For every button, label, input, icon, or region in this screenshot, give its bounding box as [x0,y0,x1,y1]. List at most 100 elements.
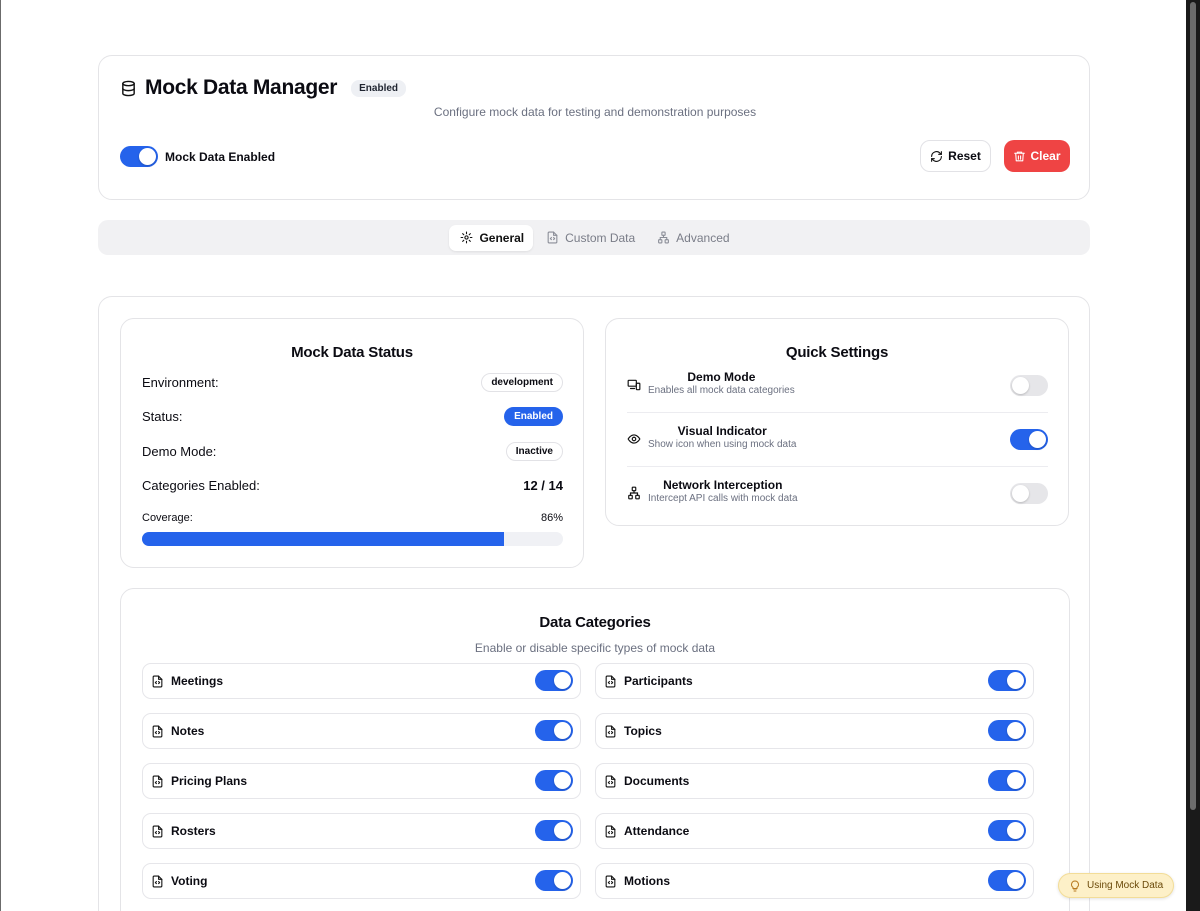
quick-setting-network-interception: Network Interception Intercept API calls … [627,467,1048,521]
demo-mode-toggle[interactable] [1010,375,1048,396]
file-code-icon [152,825,163,837]
title-row: Mock Data Manager Enabled [120,76,407,100]
environment-row: Environment: development [142,371,563,393]
status-badge: Enabled [351,79,407,97]
categories-enabled-row: Categories Enabled: 12 / 14 [142,474,563,496]
category-voting: Voting [142,863,581,899]
eye-icon [627,434,641,444]
file-code-icon [605,725,616,737]
toggle-knob [1007,772,1024,789]
network-icon [628,486,640,500]
environment-label: Environment: [142,374,219,390]
visual-indicator-title: Visual Indicator [677,424,767,438]
database-icon [122,80,135,96]
tab-advanced[interactable]: Advanced [646,225,738,251]
category-topics: Topics [595,713,1034,749]
master-toggle-row: Mock Data Enabled [120,146,275,167]
file-code-icon [152,675,163,687]
categories-enabled-label: Categories Enabled: [142,477,260,493]
toggle-knob [554,672,571,689]
coverage-label: Coverage: [142,512,193,524]
category-label: Rosters [171,824,216,838]
category-motions-toggle[interactable] [988,870,1026,891]
category-label: Topics [624,724,662,738]
demo-mode-desc: Enables all mock data categories [648,385,795,396]
category-label: Motions [624,874,670,888]
mock-data-master-toggle[interactable] [120,146,158,167]
quick-settings-card: Quick Settings Demo Mode Enables all mock… [605,318,1069,526]
visual-indicator-toggle[interactable] [1010,429,1048,450]
indicator-label: Using Mock Data [1087,880,1164,891]
status-card-title: Mock Data Status [291,344,413,361]
category-notes: Notes [142,713,581,749]
category-motions: Motions [595,863,1034,899]
category-attendance-toggle[interactable] [988,820,1026,841]
category-voting-toggle[interactable] [535,870,573,891]
window-edge [0,0,1,911]
category-rosters: Rosters [142,813,581,849]
tab-general[interactable]: General [449,224,534,251]
reset-button[interactable]: Reset [920,140,991,172]
file-code-icon [152,875,163,887]
category-label: Documents [624,774,690,788]
status-label: Status: [142,408,183,424]
page-subtitle: Configure mock data for testing and demo… [433,105,757,119]
category-topics-toggle[interactable] [988,720,1026,741]
clear-button[interactable]: Clear [1004,140,1070,172]
category-participants-toggle[interactable] [988,670,1026,691]
coverage-progress-fill [142,532,505,546]
network-interception-title: Network Interception [663,478,783,492]
coverage-value: 86% [540,512,563,524]
mock-data-status-card: Mock Data Status Environment: developmen… [120,318,584,568]
categories-enabled-count: 12 / 14 [523,477,563,493]
page-title: Mock Data Manager [145,76,338,99]
category-notes-toggle[interactable] [535,720,573,741]
devices-icon [627,379,641,391]
toggle-knob [1012,377,1029,394]
toggle-knob [554,722,571,739]
category-participants: Participants [595,663,1034,699]
header-card: Mock Data Manager Enabled Configure mock… [98,55,1090,200]
status-value-badge: Enabled [504,406,563,426]
category-documents-toggle[interactable] [988,770,1026,791]
category-pricing-plans: Pricing Plans [142,763,581,799]
data-categories-subtitle: Enable or disable specific types of mock… [474,641,716,655]
trash-icon [1014,151,1026,161]
scrollbar-thumb[interactable] [1190,2,1196,810]
file-code-icon [152,725,163,737]
toggle-knob [554,772,571,789]
file-code-icon [605,875,616,887]
category-rosters-toggle[interactable] [535,820,573,841]
network-interception-desc: Intercept API calls with mock data [648,493,798,504]
refresh-icon [931,150,943,162]
data-categories-card: Data Categories Enable or disable specif… [120,588,1070,911]
category-meetings-toggle[interactable] [535,670,573,691]
using-mock-data-indicator[interactable]: Using Mock Data [1058,873,1175,898]
category-label: Pricing Plans [171,774,248,788]
category-pricing-plans-toggle[interactable] [535,770,573,791]
file-code-icon [152,775,163,787]
file-code-icon [605,675,616,687]
toggle-knob [1007,672,1024,689]
tab-bar: General Custom Data Advanced [98,220,1090,255]
tab-custom-data[interactable]: Custom Data [535,225,644,251]
category-label: Notes [171,724,205,738]
file-code-icon [547,231,558,244]
demo-mode-row: Demo Mode: Inactive [142,440,563,462]
scrollbar[interactable] [1186,0,1200,911]
status-row: Status: Enabled [142,405,563,427]
category-meetings: Meetings [142,663,581,699]
demo-mode-title: Demo Mode [687,370,756,384]
category-label: Voting [171,874,208,888]
file-code-icon [605,825,616,837]
data-categories-title: Data Categories [539,614,651,631]
toggle-knob [1012,485,1029,502]
toggle-knob [139,148,156,165]
master-toggle-label: Mock Data Enabled [165,149,276,164]
clear-label: Clear [1030,149,1061,163]
toggle-knob [1007,872,1024,889]
visual-indicator-desc: Show icon when using mock data [648,439,797,450]
gear-icon [460,231,473,244]
network-interception-toggle[interactable] [1010,483,1048,504]
environment-badge: development [481,372,563,392]
